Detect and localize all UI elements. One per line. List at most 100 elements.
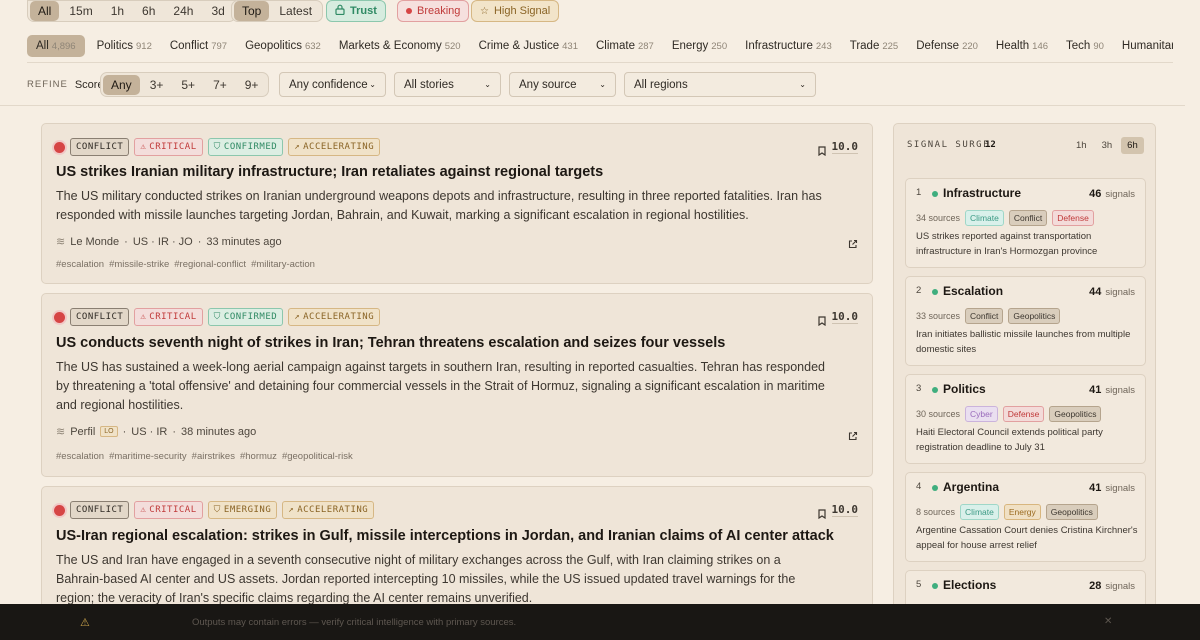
hashtag[interactable]: #escalation — [56, 451, 104, 462]
confidence-select[interactable]: Any confidence ⌄ — [279, 72, 386, 97]
signal-count-value: 28 — [1089, 580, 1102, 592]
hashtag[interactable]: #military-action — [251, 259, 315, 270]
tag-conflict: CONFLICT — [70, 308, 130, 326]
category-count: 912 — [136, 40, 152, 52]
signal-count-label: signals — [1105, 483, 1135, 494]
signal-item[interactable]: 3 Politics 41 signals 30 sources Cyber Defense… — [905, 374, 1146, 464]
bookmark-icon[interactable] — [818, 143, 826, 161]
shield-icon: ⛉ — [213, 142, 221, 152]
category-defense[interactable]: Defense 220 — [916, 40, 978, 52]
category-tech[interactable]: Tech 90 — [1066, 40, 1104, 52]
stories-value: All stories — [404, 78, 454, 91]
regions-select[interactable]: All regions ⌄ — [624, 72, 816, 97]
story-score: 10.0 — [831, 140, 858, 154]
category-trade[interactable]: Trade 225 — [850, 40, 898, 52]
hashtag[interactable]: #maritime-security — [109, 451, 187, 462]
category-all[interactable]: All 4,896 — [27, 34, 85, 57]
category-politics[interactable]: Politics 912 — [97, 40, 152, 52]
story-title[interactable]: US conducts seventh night of strikes in … — [56, 335, 725, 351]
signal-item[interactable]: 1 Infrastructure 46 signals 34 sources Climat… — [905, 178, 1146, 268]
signal-description: Iran initiates ballistic missile launche… — [916, 329, 1131, 355]
bookmark-icon[interactable] — [818, 313, 826, 331]
story-card[interactable]: CONFLICT ⚠ CRITICAL ⛉ CONFIRMED ↗ ACCELERAT… — [41, 293, 873, 477]
time-filter-15m[interactable]: 15m — [61, 1, 100, 21]
category-conflict[interactable]: Conflict 797 — [170, 40, 227, 52]
hashtag[interactable]: #regional-conflict — [174, 259, 246, 270]
signal-sources: 30 sources Cyber Defense Geopolitics — [916, 406, 1102, 422]
signal-tag: Conflict — [1008, 210, 1048, 226]
category-health[interactable]: Health 146 — [996, 40, 1048, 52]
category-label: Markets & Economy — [338, 39, 442, 52]
divider — [0, 105, 1185, 106]
external-link-icon[interactable] — [848, 428, 858, 446]
bookmark-icon[interactable] — [818, 506, 826, 524]
time-filter-1h[interactable]: 1h — [103, 1, 132, 21]
story-title[interactable]: US-Iran regional escalation: strikes in … — [56, 528, 834, 544]
signal-tag: Climate — [965, 210, 1004, 226]
signal-surge-panel: SIGNAL SURGE 12 1h 3h 6h 1 Infrastructure… — [893, 123, 1156, 613]
close-icon[interactable]: ✕ — [1104, 616, 1112, 627]
signal-item[interactable]: 2 Escalation 44 signals 33 sources Conflict Ge… — [905, 276, 1146, 366]
signal-description: Argentine Cassation Court denies Cristin… — [916, 525, 1138, 551]
hashtag[interactable]: #geopolitical-risk — [282, 451, 353, 462]
signal-rank: 3 — [916, 383, 922, 394]
time-filter-3d[interactable]: 3d — [203, 1, 232, 21]
hashtag[interactable]: #missile-strike — [109, 259, 169, 270]
rss-icon: ≋ — [56, 236, 66, 248]
sort-latest[interactable]: Latest — [271, 1, 320, 21]
score-3plus[interactable]: 3+ — [142, 75, 172, 95]
signal-item[interactable]: 4 Argentina 41 signals 8 sources Climate Energ… — [905, 472, 1146, 562]
tag-accelerating: ↗ ACCELERATING — [288, 308, 381, 326]
tag-conflict: CONFLICT — [70, 501, 130, 519]
signal-name: Elections — [943, 578, 997, 592]
external-link-icon[interactable] — [848, 236, 858, 254]
stories-select[interactable]: All stories ⌄ — [394, 72, 501, 97]
score-5plus[interactable]: 5+ — [173, 75, 203, 95]
time-filter-6h[interactable]: 6h — [134, 1, 163, 21]
surge-window-6h[interactable]: 6h — [1121, 137, 1144, 154]
score-9plus[interactable]: 9+ — [237, 75, 267, 95]
chevron-down-icon: ⌄ — [799, 80, 806, 89]
time-filter-24h[interactable]: 24h — [165, 1, 201, 21]
signal-tag: Energy — [1003, 504, 1041, 520]
score-any[interactable]: Any — [103, 74, 140, 95]
sort-filter: Top Latest — [231, 0, 324, 22]
breaking-toggle[interactable]: Breaking — [397, 0, 470, 22]
category-climate[interactable]: Climate 287 — [596, 40, 654, 52]
footer-text: Outputs may contain errors — verify crit… — [192, 617, 517, 628]
score-7plus[interactable]: 7+ — [205, 75, 235, 95]
category-infrastructure[interactable]: Infrastructure 243 — [745, 40, 832, 52]
score-filter: Any 3+ 5+ 7+ 9+ — [100, 72, 270, 97]
category-geopolitics[interactable]: Geopolitics 632 — [245, 40, 321, 52]
hashtag[interactable]: #escalation — [56, 259, 104, 270]
tag-confirmed: ⛉ CONFIRMED — [207, 138, 284, 156]
story-title[interactable]: US strikes Iranian military infrastructu… — [56, 164, 603, 180]
signal-source-count: 30 sources — [916, 409, 961, 419]
time-filter-all[interactable]: All — [30, 1, 60, 21]
surge-window-1h[interactable]: 1h — [1070, 137, 1093, 154]
hashtag[interactable]: #airstrikes — [192, 451, 235, 462]
category-energy[interactable]: Energy 250 — [672, 40, 727, 52]
story-source[interactable]: Le Monde — [70, 236, 119, 248]
surge-window-3h[interactable]: 3h — [1096, 137, 1119, 154]
signal-count: 46 signals — [1089, 188, 1135, 200]
shield-icon: ⛉ — [213, 312, 221, 322]
signal-tag: Climate — [960, 504, 999, 520]
trust-toggle[interactable]: Trust — [326, 0, 386, 22]
category-label: Energy — [671, 39, 709, 52]
category-markets-economy[interactable]: Markets & Economy 520 — [339, 40, 461, 52]
hashtag[interactable]: #hormuz — [240, 451, 277, 462]
category-humanitar[interactable]: Humanitar — [1122, 40, 1173, 52]
source-select[interactable]: Any source ⌄ — [509, 72, 616, 97]
category-crime-justice[interactable]: Crime & Justice 431 — [479, 40, 578, 52]
signal-count-value: 41 — [1089, 384, 1102, 396]
signal-count-value: 46 — [1089, 188, 1102, 200]
story-source[interactable]: Perfil — [70, 426, 95, 438]
refine-label: REFINE — [27, 79, 68, 90]
story-card[interactable]: CONFLICT ⚠ CRITICAL ⛉ CONFIRMED ↗ ACCELERAT… — [41, 123, 873, 284]
sort-top[interactable]: Top — [234, 1, 270, 21]
story-tags: CONFLICT ⚠ CRITICAL ⛉ CONFIRMED ↗ ACCELERAT… — [70, 308, 381, 326]
high-signal-toggle[interactable]: ☆ High Signal — [471, 0, 560, 22]
story-tags: CONFLICT ⚠ CRITICAL ⛉ CONFIRMED ↗ ACCELERAT… — [70, 138, 381, 156]
story-meta: ≋ Perfil LO · US · IR · 38 minutes ago — [56, 425, 256, 439]
